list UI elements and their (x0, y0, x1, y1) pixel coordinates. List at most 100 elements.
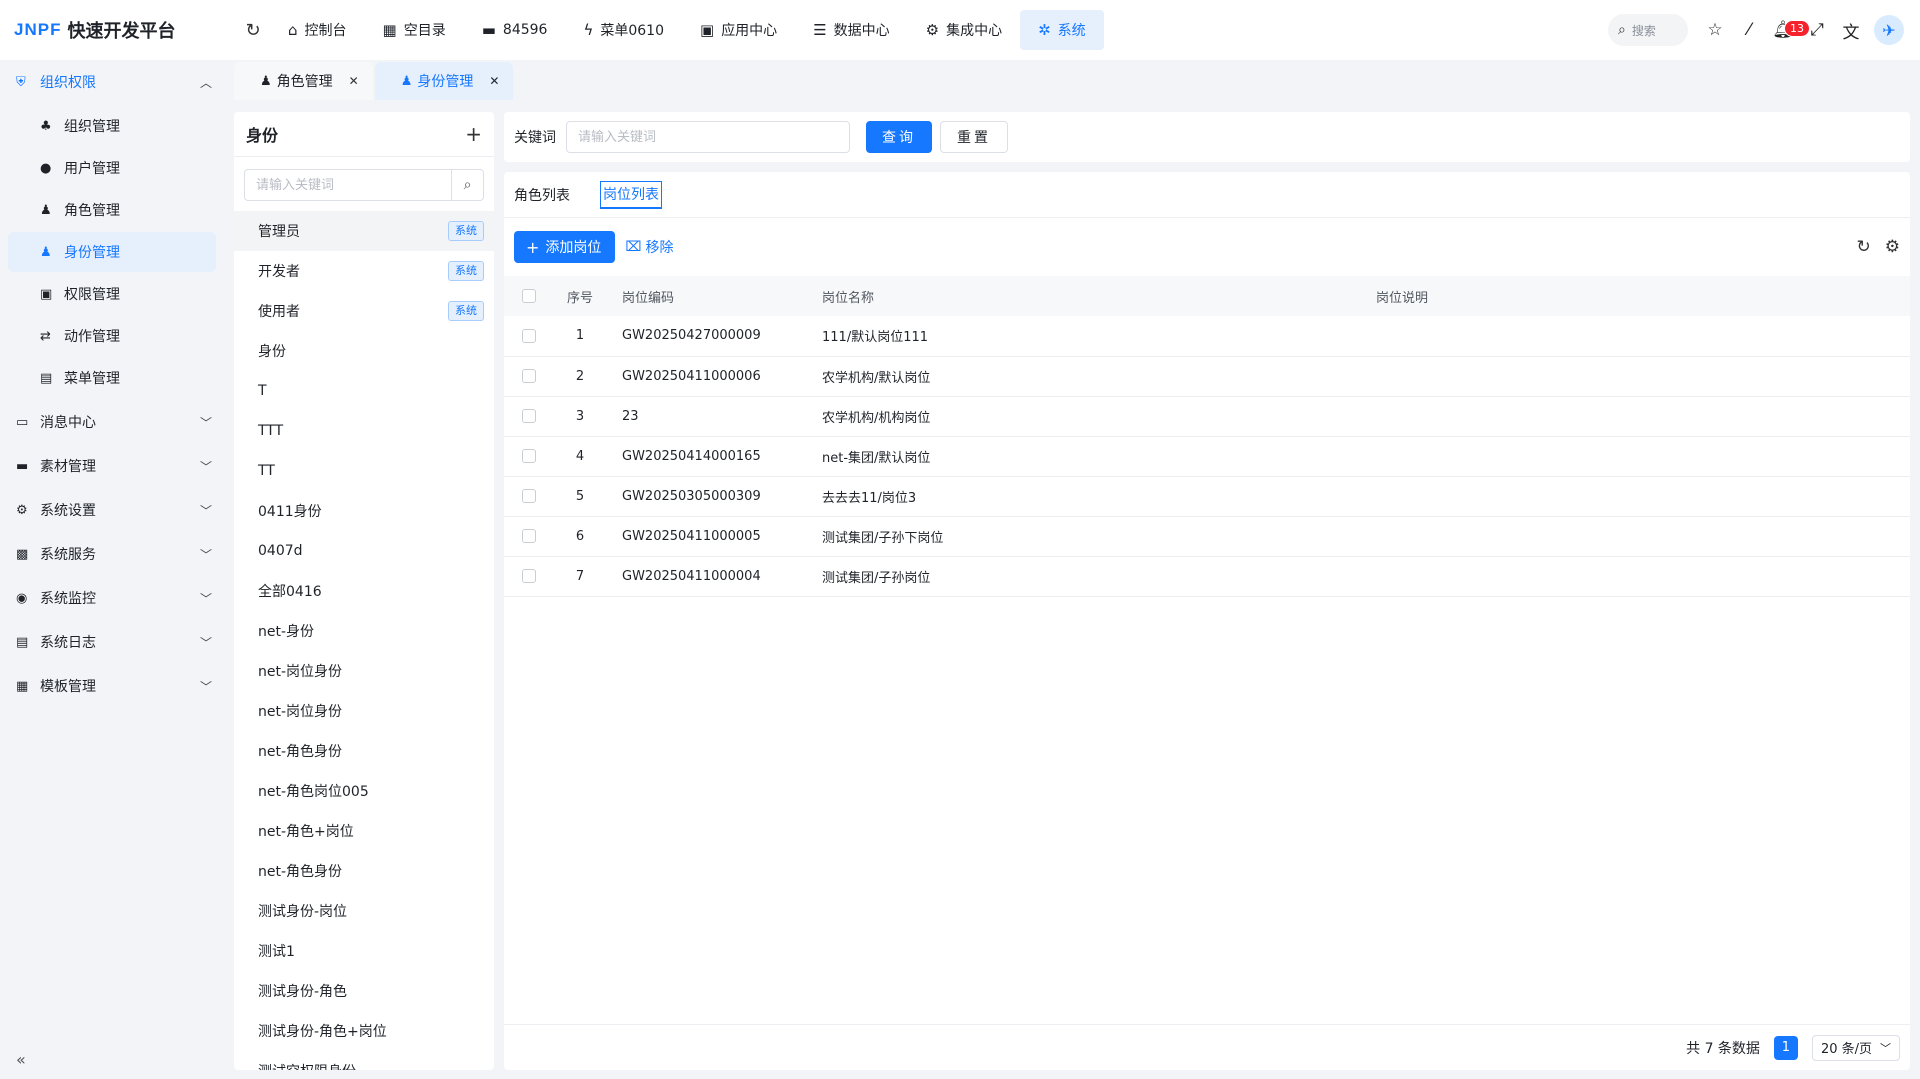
row-checkbox[interactable] (522, 369, 536, 383)
sidebar-group-logs[interactable]: ▤ 系统日志 ﹀ (0, 620, 232, 664)
list-item[interactable]: 0407d (234, 531, 494, 571)
list-item[interactable]: 0411身份 (234, 491, 494, 531)
sidebar-item-users[interactable]: ● 用户管理 (8, 148, 216, 188)
magic-wand-icon[interactable]: ⁄ (1732, 13, 1766, 47)
sidebar-group-materials[interactable]: ▬ 素材管理 ﹀ (0, 444, 232, 488)
list-item[interactable]: net-角色身份 (234, 851, 494, 891)
tab-position-list[interactable]: 岗位列表 (600, 180, 662, 209)
list-item[interactable]: TT (234, 451, 494, 491)
list-item[interactable]: 身份 (234, 331, 494, 371)
topnav-item-84596[interactable]: ▬ 84596 (464, 10, 566, 50)
collapse-sidebar-icon[interactable]: « (16, 1050, 26, 1069)
folder-icon: ▬ (16, 458, 29, 474)
app-logo[interactable]: JNPF 快速开发平台 (0, 0, 232, 60)
sidebar-item-menus[interactable]: ▤ 菜单管理 (8, 358, 216, 398)
list-item[interactable]: 开发者 系统 (234, 251, 494, 291)
row-checkbox-cell (504, 556, 546, 596)
chevron-down-icon: ﹀ (199, 503, 212, 518)
table-row[interactable]: 6 GW20250411000005 测试集团/子孙下岗位 (504, 516, 1910, 556)
list-item[interactable]: T (234, 371, 494, 411)
table-row[interactable]: 7 GW20250411000004 测试集团/子孙岗位 (504, 556, 1910, 596)
topnav-item-console[interactable]: ⌂ 控制台 (270, 10, 365, 50)
select-all-checkbox[interactable] (522, 289, 536, 303)
topnav-item-data-center[interactable]: ☰ 数据中心 (795, 10, 907, 50)
sidebar-group-org-permissions[interactable]: ⛨ 组织权限 ︿ (0, 60, 232, 104)
system-tag: 系统 (448, 301, 484, 321)
star-icon[interactable]: ☆ (1698, 13, 1732, 47)
add-position-button[interactable]: + 添加岗位 (514, 231, 616, 263)
table-row[interactable]: 1 GW20250427000009 111/默认岗位111 (504, 316, 1910, 356)
topnav-item-integration[interactable]: ⚙ 集成中心 (908, 10, 1020, 50)
row-checkbox[interactable] (522, 409, 536, 423)
row-checkbox[interactable] (522, 328, 536, 343)
sidebar-group-templates[interactable]: ▦ 模板管理 ﹀ (0, 664, 232, 708)
sidebar-item-identity[interactable]: ♟ 身份管理 (8, 232, 216, 272)
page-number-button[interactable]: 1 (1773, 1035, 1798, 1060)
table-row[interactable]: 4 GW20250414000165 net-集团/默认岗位 (504, 436, 1910, 476)
row-index: 7 (575, 568, 585, 584)
refresh-icon[interactable]: ↻ (1857, 237, 1871, 257)
fullscreen-icon[interactable]: ⤢ (1800, 13, 1834, 47)
bell-icon[interactable]: 🔔︎ 13 (1766, 13, 1810, 47)
avatar[interactable]: ✈ (1874, 15, 1904, 45)
global-search[interactable]: ⌕ 搜索 (1608, 14, 1688, 46)
remove-button[interactable]: ⌧ 移除 (625, 237, 673, 257)
row-checkbox[interactable] (522, 569, 536, 583)
chevron-down-icon: ﹀ (1880, 1041, 1891, 1055)
sidebar-item-actions[interactable]: ⇄ 动作管理 (8, 316, 216, 356)
row-checkbox[interactable] (522, 529, 536, 543)
tab-identity-management[interactable]: ♟ 身份管理 ✕ (374, 62, 514, 100)
search-button[interactable]: 查询 (866, 121, 932, 153)
keyword-input[interactable] (566, 121, 850, 153)
translate-icon[interactable]: 文 (1834, 13, 1868, 47)
sidebar-item-org[interactable]: ♣ 组织管理 (8, 106, 216, 146)
close-icon[interactable]: ✕ (489, 74, 499, 88)
service-icon: ▩ (16, 546, 29, 562)
logo-mark: JNPF (14, 20, 62, 39)
list-item[interactable]: 测试身份-岗位 (234, 891, 494, 931)
list-item[interactable]: 测试身份-角色 (234, 971, 494, 1011)
table-row[interactable]: 3 23 农学机构/机构岗位 (504, 396, 1910, 436)
list-item[interactable]: 测试空权限身份 (234, 1051, 494, 1070)
list-item[interactable]: net-角色+岗位 (234, 811, 494, 851)
refresh-icon[interactable]: ↻ (236, 13, 270, 47)
list-item[interactable]: TTT (234, 411, 494, 451)
sidebar-item-roles[interactable]: ♟ 角色管理 (8, 190, 216, 230)
table-row[interactable]: 5 GW20250305000309 去去去11/岗位3 (504, 476, 1910, 516)
list-item[interactable]: 管理员 系统 (234, 211, 494, 251)
row-checkbox[interactable] (522, 489, 536, 503)
row-desc (1368, 436, 1910, 476)
list-item[interactable]: net-岗位身份 (234, 691, 494, 731)
topnav-item-system[interactable]: ✲ 系统 (1020, 10, 1104, 50)
sidebar-group-messages[interactable]: ▭ 消息中心 ﹀ (0, 400, 232, 444)
column-settings-icon[interactable]: ⚙ (1885, 237, 1900, 257)
topnav-item-menu0610[interactable]: ϟ 菜单0610 (565, 10, 682, 50)
tab-role-list[interactable]: 角色列表 (514, 180, 570, 210)
sidebar-group-services[interactable]: ▩ 系统服务 ﹀ (0, 532, 232, 576)
sidebar-group-settings[interactable]: ⚙ 系统设置 ﹀ (0, 488, 232, 532)
close-icon[interactable]: ✕ (349, 74, 359, 88)
roles-icon: ♟ (260, 73, 272, 89)
tab-role-management[interactable]: ♟ 角色管理 ✕ (234, 62, 373, 100)
tree-search-input[interactable] (245, 170, 451, 200)
list-item[interactable]: 全部0416 (234, 571, 494, 611)
roles-icon: ♟ (40, 202, 52, 218)
topnav-item-empty-dir[interactable]: ▦ 空目录 (365, 10, 464, 50)
topnav-item-app-center[interactable]: ▣ 应用中心 (682, 10, 795, 50)
list-item[interactable]: net-角色身份 (234, 731, 494, 771)
identity-list: 管理员 系统 开发者 系统 使用者 系统 身份 T TTT TT 0411身份 040… (234, 211, 494, 1070)
list-item[interactable]: net-身份 (234, 611, 494, 651)
list-item[interactable]: 测试身份-角色+岗位 (234, 1011, 494, 1051)
list-item[interactable]: 使用者 系统 (234, 291, 494, 331)
list-item[interactable]: net-角色岗位005 (234, 771, 494, 811)
list-item[interactable]: 测试1 (234, 931, 494, 971)
list-item[interactable]: net-岗位身份 (234, 651, 494, 691)
add-icon[interactable]: + (465, 122, 482, 146)
search-icon[interactable]: ⌕ (451, 170, 483, 200)
sidebar-item-permissions[interactable]: ▣ 权限管理 (8, 274, 216, 314)
table-row[interactable]: 2 GW20250411000006 农学机构/默认岗位 (504, 356, 1910, 396)
row-checkbox[interactable] (522, 449, 536, 463)
reset-button[interactable]: 重置 (940, 121, 1008, 153)
page-size-select[interactable]: 20 条/页 ﹀ (1811, 1034, 1900, 1061)
sidebar-group-monitor[interactable]: ◉ 系统监控 ﹀ (0, 576, 232, 620)
